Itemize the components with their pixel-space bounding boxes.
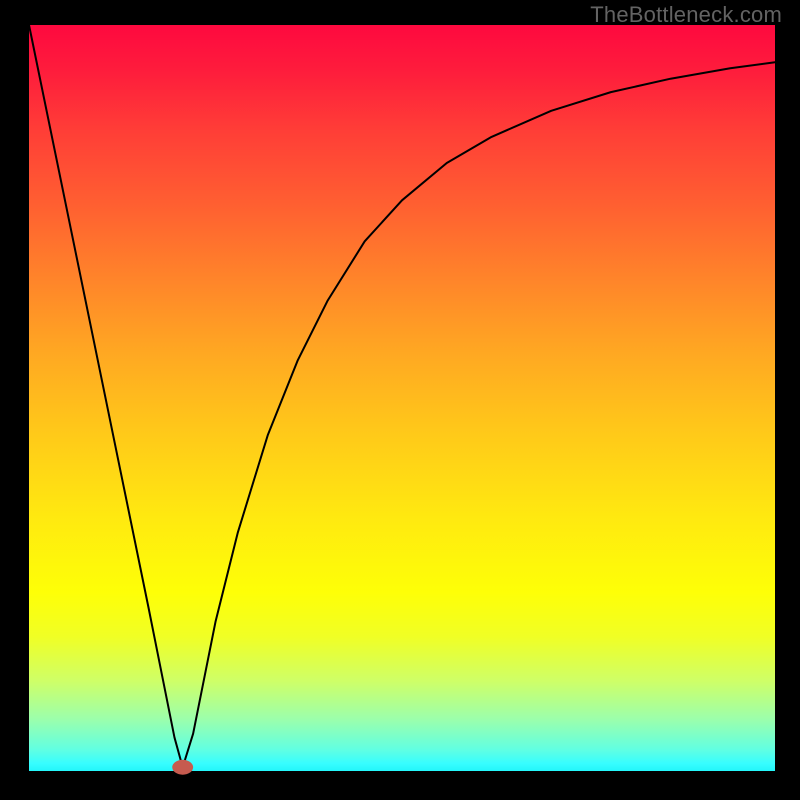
plot-area: [29, 25, 775, 771]
chart-frame: TheBottleneck.com: [0, 0, 800, 800]
minimum-marker: [172, 760, 193, 775]
chart-svg: [29, 25, 775, 771]
watermark-text: TheBottleneck.com: [590, 2, 782, 28]
bottleneck-curve: [29, 25, 775, 767]
